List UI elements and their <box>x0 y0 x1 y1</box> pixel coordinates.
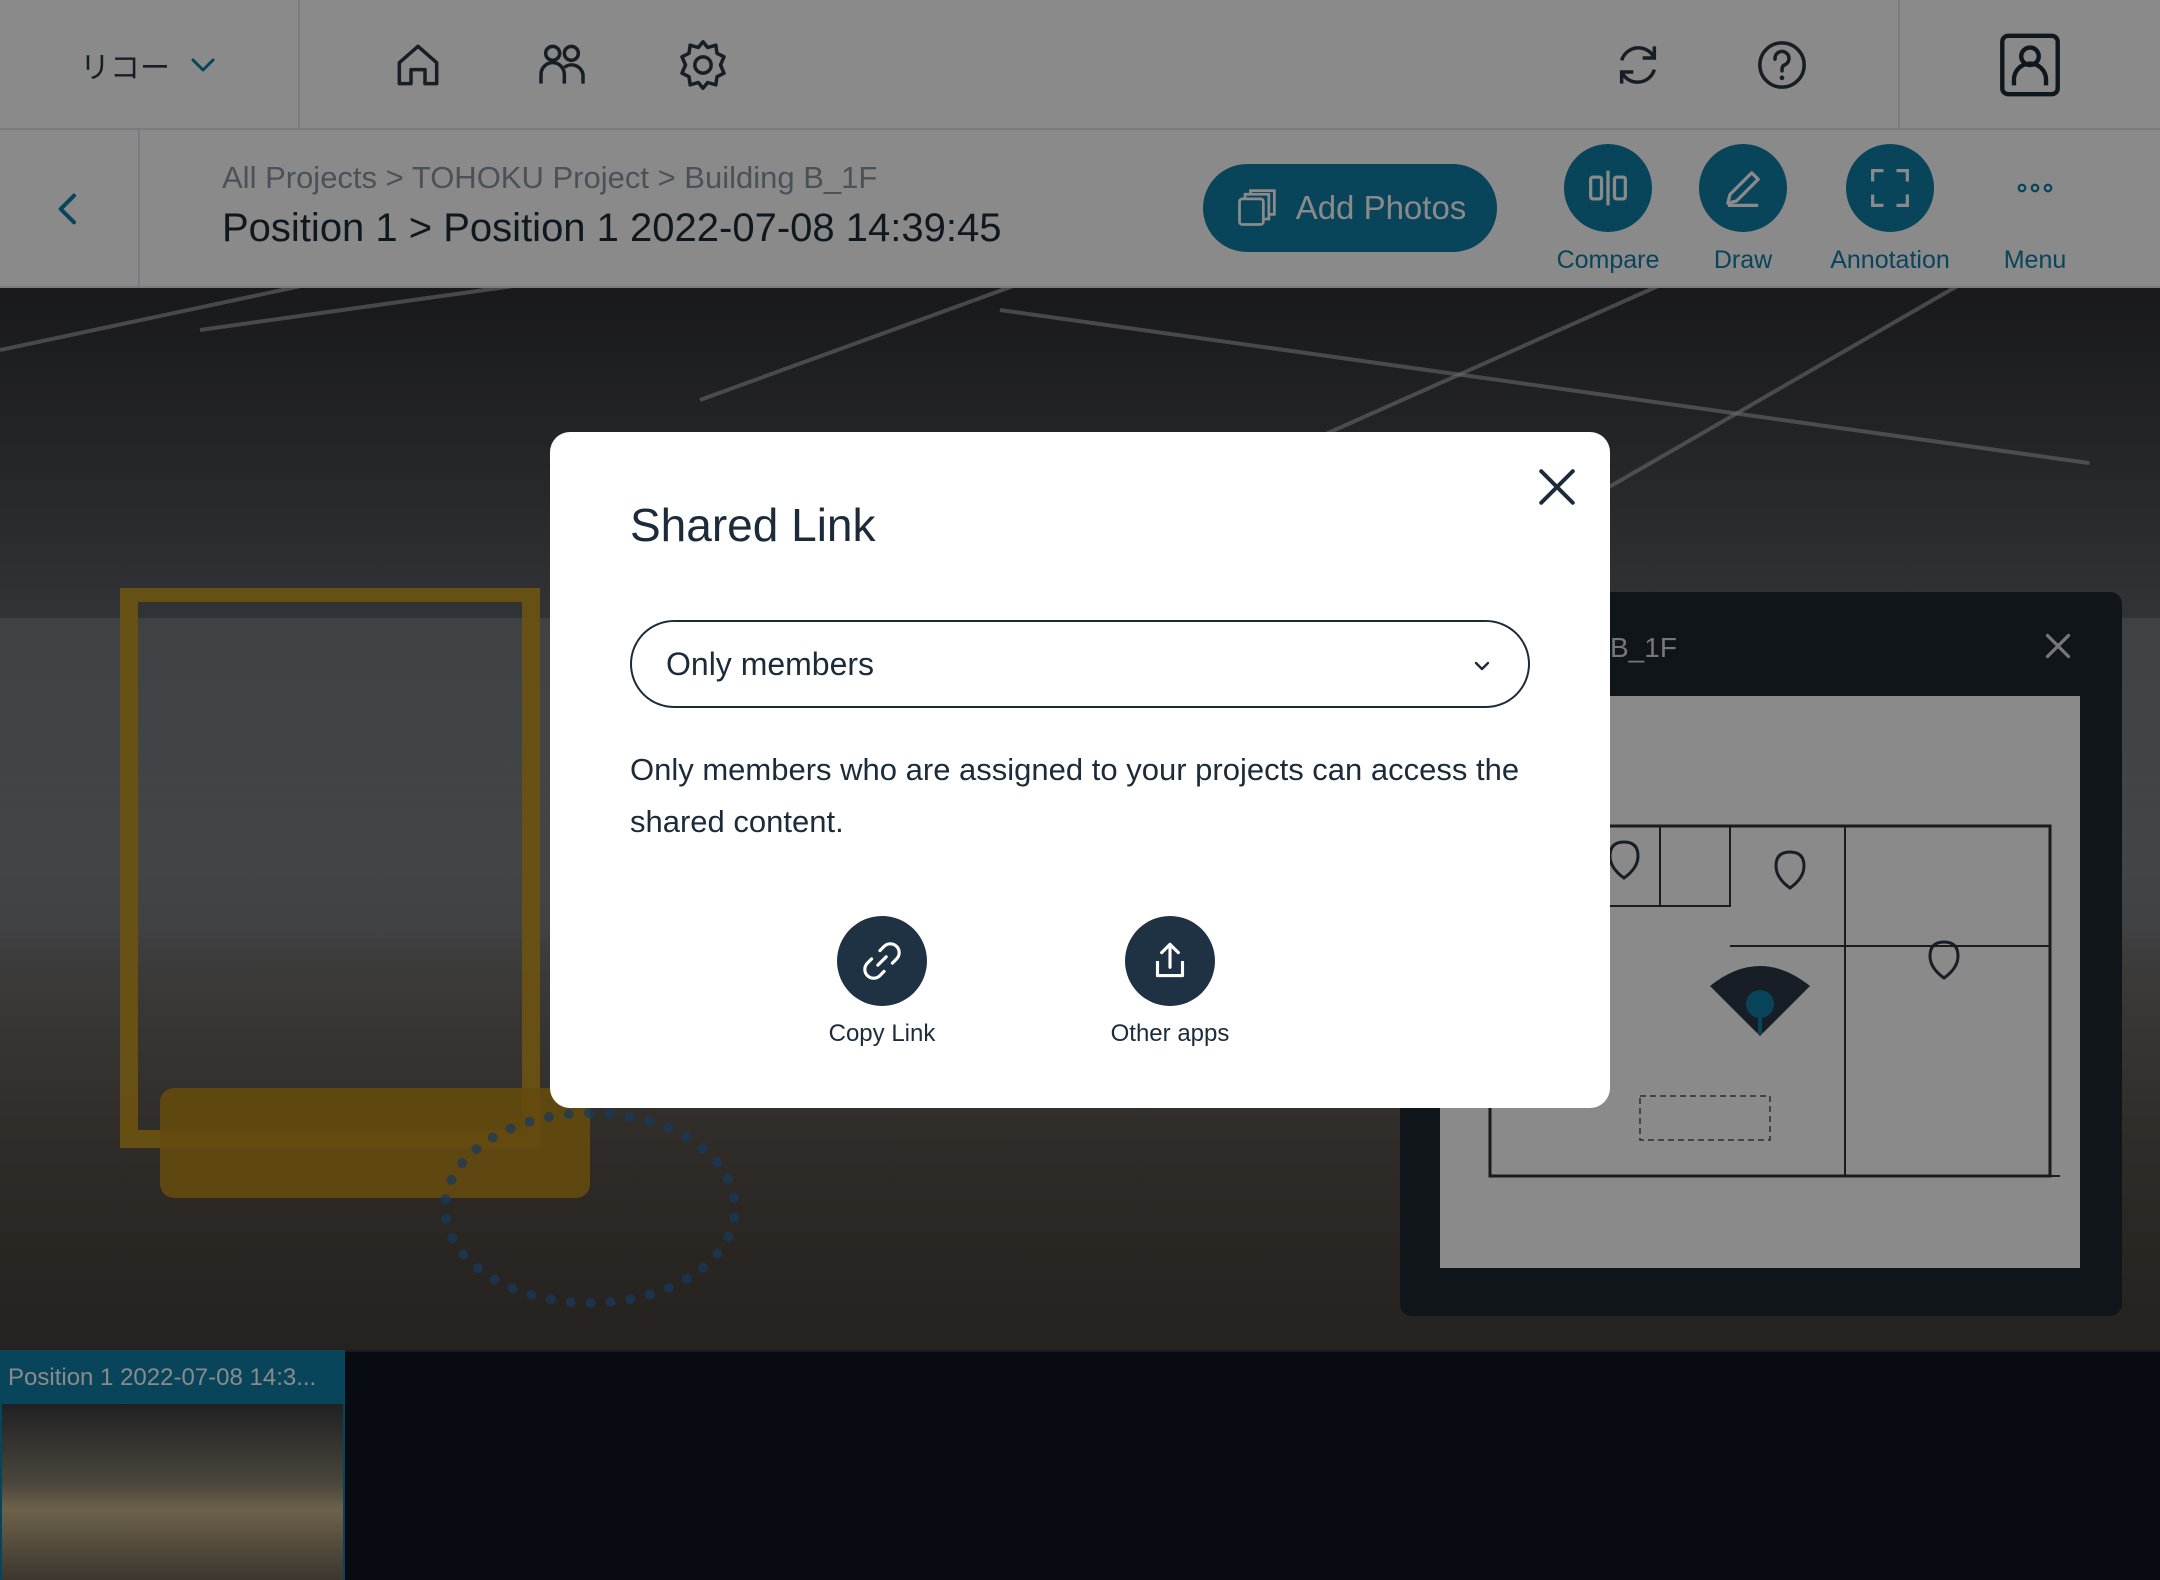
dialog-title: Shared Link <box>630 499 876 551</box>
close-icon[interactable] <box>1530 460 1584 514</box>
access-level-select[interactable]: Only members <box>630 620 1530 708</box>
access-level-value: Only members <box>666 645 875 682</box>
modal-backdrop-bottom[interactable] <box>0 1350 2160 1580</box>
other-apps-button[interactable]: Other apps <box>1080 916 1260 1048</box>
other-apps-label: Other apps <box>1110 1020 1230 1047</box>
link-icon <box>863 942 901 980</box>
shared-link-dialog: Shared Link Only members Only members wh… <box>550 432 1610 1108</box>
access-description: Only members who are assigned to your pr… <box>630 752 1520 839</box>
share-upload-icon <box>1155 942 1185 978</box>
copy-link-button[interactable]: Copy Link <box>792 916 972 1048</box>
chevron-down-icon <box>1474 661 1490 671</box>
copy-link-label: Copy Link <box>828 1020 936 1047</box>
